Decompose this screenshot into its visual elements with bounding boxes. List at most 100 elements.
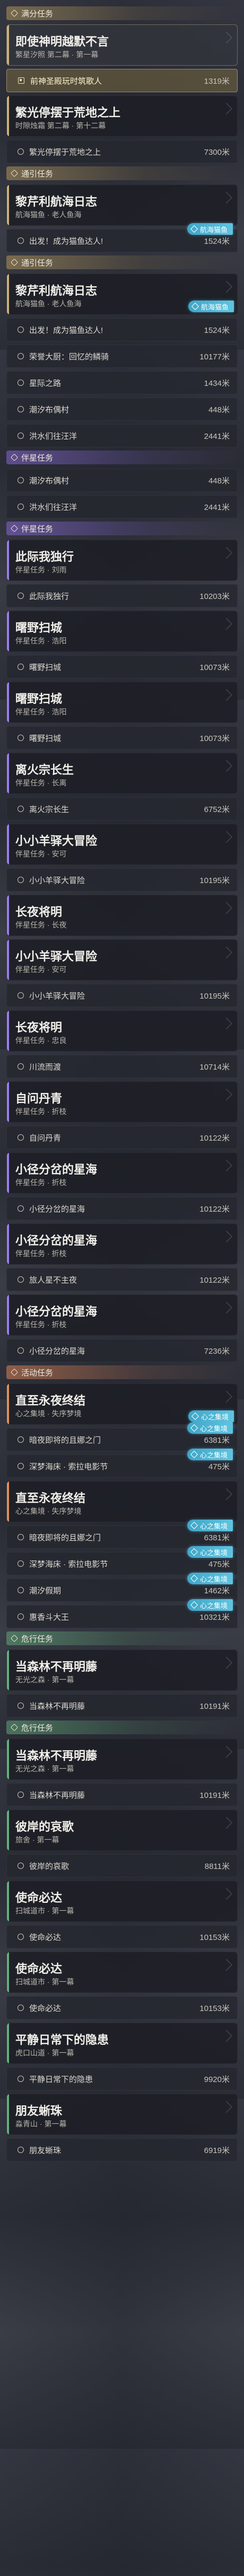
quest-card[interactable]: 当森林不再明藤 无光之森 · 第一幕 — [6, 1649, 238, 1691]
chevron-icon — [220, 191, 233, 204]
objective-text: 使命必达 — [29, 2004, 62, 2013]
objective-row[interactable]: 暗夜即将的且娜之门 6381米 心之集境 — [6, 1520, 238, 1549]
task-category-icon — [11, 1635, 18, 1642]
quest-card[interactable]: 自问丹青 伴星任务 · 折枝 — [6, 1081, 238, 1123]
objective-text: 荣誉大厨：回忆的鳞骑 — [29, 352, 109, 361]
objective-row[interactable]: 出发！成为猫鱼达人! 1524米 — [6, 318, 238, 341]
objective-row[interactable]: 川流而渡 10714米 — [6, 1055, 238, 1078]
quest-card[interactable]: 即使神明越默不言 繁星汐照 第二幕 · 第一幕 — [6, 24, 238, 66]
quest-title: 黎芹利航海日志 — [15, 195, 98, 208]
quest-card[interactable]: 长夜将明 伴星任务 · 长夜 — [6, 895, 238, 936]
event-badge: 航海猫鱼 — [187, 223, 233, 235]
objective-row[interactable]: 深梦海床 · 索拉电影节 475米 心之集境 — [6, 1449, 238, 1478]
quest-card[interactable]: 曙野扫城 伴星任务 · 浩阳 — [6, 682, 238, 723]
quest-subtitle: 伴星任务 · 刘雨 — [15, 566, 67, 574]
objective-row[interactable]: 小径分岔的星海 10122米 — [6, 1197, 238, 1220]
objective-row[interactable]: 曙野扫城 10073米 — [6, 726, 238, 749]
objective-row[interactable]: 自问丹青 10122米 — [6, 1126, 238, 1149]
objective-row[interactable]: 离火宗长生 6752米 — [6, 797, 238, 821]
objective-distance: 10195米 — [199, 876, 230, 885]
quest-card[interactable]: 直至永夜终结 心之集境 · 失序梦境 — [6, 1481, 238, 1522]
objective-row[interactable]: 洪水们往汪洋 2441米 — [6, 424, 238, 447]
quest-card[interactable]: 此际我独行 伴星任务 · 刘雨 — [6, 540, 238, 581]
objective-circle-icon — [18, 1792, 24, 1798]
objective-circle-icon — [18, 664, 24, 670]
quest-accent-bar — [7, 682, 9, 722]
objective-circle-icon — [18, 806, 24, 812]
quest-card[interactable]: 长夜将明 伴星任务 · 忠良 — [6, 1010, 238, 1052]
objective-distance: 8811米 — [204, 1862, 230, 1871]
objective-row[interactable]: 前神圣殿玩时筑歌人 1319米 — [6, 69, 238, 92]
objective-row[interactable]: 暗夜即将的且娜之门 6381米 心之集境 — [6, 1422, 238, 1451]
chevron-icon — [220, 760, 233, 772]
objective-row[interactable]: 旅人星不主夜 10122米 — [6, 1268, 238, 1291]
objective-distance: 7300米 — [204, 147, 230, 157]
objective-row[interactable]: 彼岸的哀歌 8811米 — [6, 1854, 238, 1877]
objective-row[interactable]: 潮汐假期 1462米 心之集境 — [6, 1573, 238, 1602]
objective-row[interactable]: 使命必达 10153米 — [6, 1996, 238, 2019]
objective-text: 离火宗长生 — [29, 805, 69, 814]
objective-row[interactable]: 小小羊驿大冒险 10195米 — [6, 868, 238, 892]
quest-card[interactable]: 曙野扫城 伴星任务 · 浩阳 — [6, 611, 238, 652]
quest-card[interactable]: 当森林不再明藤 无光之森 · 第一幕 — [6, 1739, 238, 1780]
objective-row[interactable]: 当森林不再明藤 10191米 — [6, 1783, 238, 1806]
objective-row[interactable]: 星际之路 1434米 — [6, 371, 238, 394]
objective-row[interactable]: 潮汐布偶村 448米 — [6, 469, 238, 492]
objective-row[interactable]: 荣誉大厨：回忆的鳞骑 10177米 — [6, 345, 238, 368]
quest-accent-bar — [7, 1224, 9, 1264]
objective-row[interactable]: 当森林不再明藤 10191米 — [6, 1694, 238, 1717]
quest-accent-bar — [7, 1810, 9, 1850]
event-badge: 心之集境 — [187, 1599, 233, 1611]
objective-row[interactable]: 平静日常下的隐患 9920米 — [6, 2067, 238, 2090]
chevron-icon — [220, 1816, 233, 1829]
quest-card[interactable]: 离火宗长生 伴星任务 · 长离 — [6, 753, 238, 794]
quest-card[interactable]: 黎芹利航海日志 航海猫鱼 · 老人鱼海 航海猫鱼 — [6, 274, 238, 315]
chevron-icon — [220, 1656, 233, 1669]
quest-subtitle: 伴星任务 · 折枝 — [15, 1320, 67, 1329]
quest-card[interactable]: 朋友蜥珠 淼青山 · 第一幕 — [6, 2094, 238, 2135]
diamond-icon — [190, 1521, 198, 1530]
quest-card[interactable]: 小小羊驿大冒险 伴星任务 · 安可 — [6, 824, 238, 865]
objective-row[interactable]: 出发！成为猫鱼达人! 1524米 航海猫鱼 — [6, 223, 238, 252]
quest-accent-bar — [7, 25, 9, 65]
quest-card[interactable]: 小小羊驿大冒险 伴星任务 · 安可 — [6, 939, 238, 981]
objective-circle-icon — [18, 1463, 24, 1469]
task-category-icon — [11, 10, 18, 17]
objective-text: 星际之路 — [29, 378, 62, 388]
quest-subtitle: 航海猫鱼 · 老人鱼海 — [15, 299, 82, 308]
event-badge: 心之集境 — [187, 1520, 233, 1531]
quest-card[interactable]: 小径分岔的星海 伴星任务 · 折枝 — [6, 1294, 238, 1336]
objective-row[interactable]: 深梦海床 · 索拉电影节 475米 心之集境 — [6, 1546, 238, 1575]
objective-row[interactable]: 曙野扫城 10073米 — [6, 655, 238, 678]
category-header: 危行任务 — [6, 1631, 238, 1645]
objective-circle-icon — [18, 1063, 24, 1070]
objective-row[interactable]: 洪水们往汪洋 2441米 — [6, 495, 238, 518]
objective-row[interactable]: 小小羊驿大冒险 10195米 — [6, 984, 238, 1007]
quest-accent-bar — [7, 2094, 9, 2134]
objective-distance: 10073米 — [199, 734, 230, 743]
objective-row[interactable]: 惠香斗大王 10321米 心之集境 — [6, 1599, 238, 1628]
quest-card[interactable]: 繁光停摆于荒地之上 时隙烛霜 第二幕 · 第十二幕 — [6, 95, 238, 137]
task-category-icon — [11, 259, 18, 266]
objective-row[interactable]: 使命必达 10153米 — [6, 1925, 238, 1948]
quest-subtitle: 时隙烛霜 第二幕 · 第十二幕 — [15, 121, 106, 130]
objective-row[interactable]: 繁光停摆于荒地之上 7300米 — [6, 140, 238, 163]
quest-card[interactable]: 使命必达 扫城道市 · 第一幕 — [6, 1881, 238, 1922]
quest-card[interactable]: 直至永夜终结 心之集境 · 失序梦境 心之集境 — [6, 1383, 238, 1425]
category-label: 通引任务 — [21, 169, 54, 179]
quest-card[interactable]: 彼岸的哀歌 旅舍 · 第一幕 — [6, 1810, 238, 1851]
quest-title: 直至永夜终结 — [15, 1492, 86, 1505]
event-badge: 心之集境 — [187, 1573, 233, 1584]
quest-card[interactable]: 小径分岔的星海 伴星任务 · 折枝 — [6, 1223, 238, 1265]
quest-card[interactable]: 使命必达 扫城道市 · 第一幕 — [6, 1952, 238, 1993]
objective-row[interactable]: 小径分岔的星海 7236米 — [6, 1339, 238, 1362]
objective-row[interactable]: 潮汐布偶村 448米 — [6, 398, 238, 421]
category-label: 满分任务 — [21, 9, 54, 19]
objective-text: 彼岸的哀歌 — [29, 1862, 69, 1871]
quest-card[interactable]: 黎芹利航海日志 航海猫鱼 · 老人鱼海 — [6, 184, 238, 226]
quest-card[interactable]: 小径分岔的星海 伴星任务 · 折枝 — [6, 1152, 238, 1194]
objective-row[interactable]: 此际我独行 10203米 — [6, 584, 238, 607]
objective-distance: 475米 — [208, 1559, 230, 1569]
objective-row[interactable]: 朋友蜥珠 6919米 — [6, 2138, 238, 2162]
quest-card[interactable]: 平静日常下的隐患 虎口山道 · 第一幕 — [6, 2023, 238, 2064]
